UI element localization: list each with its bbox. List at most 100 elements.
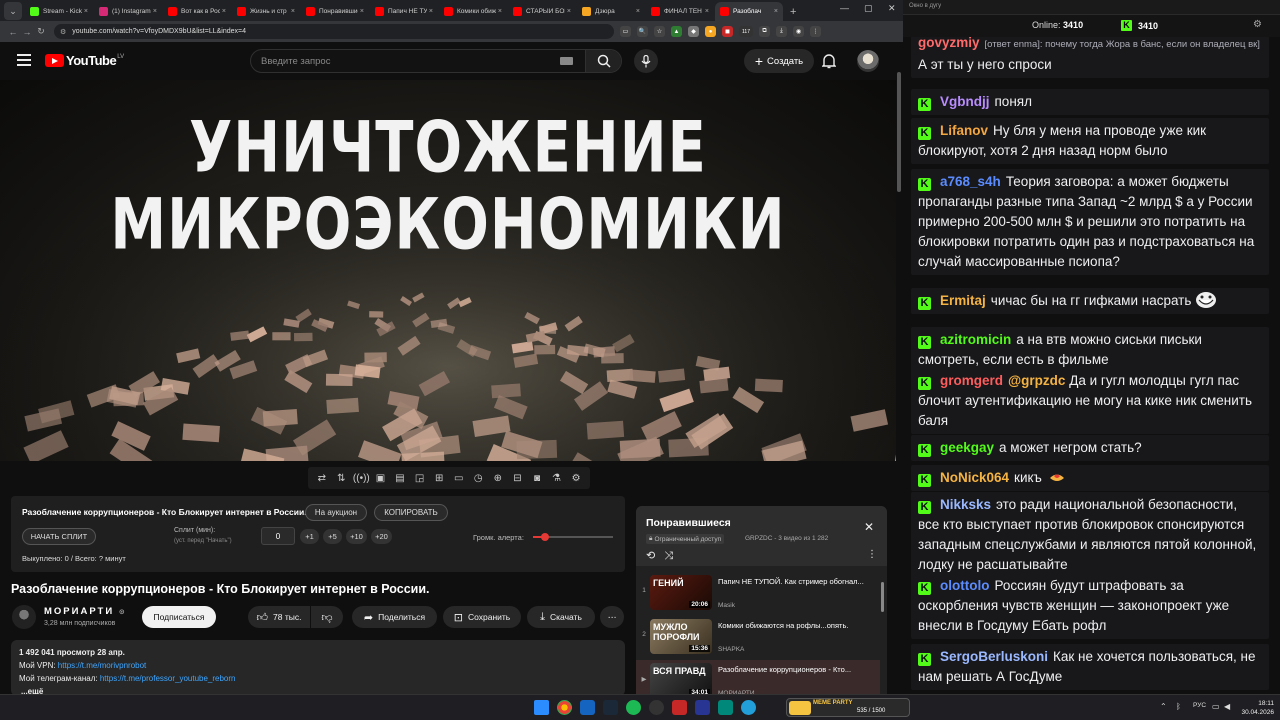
add-box-icon[interactable]: ⊕ (490, 473, 506, 484)
like-button[interactable]: 👍︎ 78 тыс. (248, 606, 310, 628)
spotify-icon[interactable] (626, 700, 641, 715)
sort-icon[interactable]: ⇅ (333, 473, 349, 484)
vpn-link[interactable]: https://t.me/morivpnrobot (58, 661, 146, 670)
close-tab-icon[interactable]: × (360, 8, 364, 15)
close-tab-icon[interactable]: × (774, 8, 778, 15)
description-box[interactable]: 1 492 041 просмотр 28 апр. Мой VPN: http… (11, 640, 625, 696)
browser-tab[interactable]: Жизнь и стр × (232, 2, 300, 21)
playlist-title[interactable]: Понравившиеся (646, 517, 731, 529)
telegram-icon[interactable] (741, 700, 756, 715)
forward-button[interactable]: → (20, 27, 34, 37)
youtube-logo[interactable]: YouTube LV (45, 53, 124, 68)
browser-tab[interactable]: Папич НЕ ТУП× (370, 2, 438, 21)
close-tab-icon[interactable]: × (291, 8, 295, 15)
site-info-icon[interactable]: ⚙ (60, 28, 66, 36)
browser-tab[interactable]: Дзюра × (577, 2, 645, 21)
close-tab-icon[interactable]: × (84, 8, 88, 15)
video-player[interactable]: УНИЧТОЖЕНИЕ МИКРОЭКОНОМИКИ (0, 80, 896, 461)
film-icon[interactable]: ▤ (392, 473, 408, 484)
start-windows-icon[interactable] (534, 700, 549, 715)
chat-username[interactable]: govyzmiy (918, 37, 980, 50)
close-tab-icon[interactable]: × (567, 8, 571, 15)
minimize-button[interactable]: — (840, 3, 849, 13)
screen-icon[interactable]: ▭ (451, 473, 467, 484)
voice-search-button[interactable] (634, 49, 658, 73)
loop-playlist-icon[interactable]: ⟲ (646, 550, 655, 562)
close-tab-icon[interactable]: × (705, 8, 709, 15)
close-tab-icon[interactable]: × (153, 8, 157, 15)
browser-tab[interactable]: Комики обижа × (439, 2, 507, 21)
browser-tab[interactable]: Понравившие × (301, 2, 369, 21)
obs-icon[interactable] (649, 700, 664, 715)
back-button[interactable]: ← (6, 27, 20, 37)
meme-party-widget[interactable]: MEME PARTY 535 / 1500 (786, 698, 910, 717)
chat-username[interactable]: gromgerd (940, 373, 1003, 388)
extensions-puzzle-icon[interactable]: ⧉ (759, 26, 770, 37)
extension-red-icon[interactable]: ◼ (722, 26, 733, 37)
browser-tab[interactable]: Вот как в Росс× (163, 2, 231, 21)
channel-name[interactable]: МОРИАРТИ ⊙ (44, 606, 127, 617)
frame-icon[interactable]: ⊞ (431, 473, 447, 484)
bookmark-star-icon[interactable]: ☆ (654, 26, 665, 37)
channel-avatar[interactable] (12, 605, 36, 629)
screenshot-icon[interactable]: ◙ (529, 473, 545, 484)
app-play-icon[interactable] (695, 700, 710, 715)
extension-cookie-icon[interactable]: ● (705, 26, 716, 37)
dislike-button[interactable]: 👎︎ (311, 606, 343, 628)
install-icon[interactable]: ▭ (620, 26, 631, 37)
playlist-item[interactable]: ▶ ВСЯ ПРАВД 34:01 Разоблачение коррупционер… (636, 660, 880, 694)
more-actions-button[interactable]: ⋯ (600, 606, 624, 628)
search-box[interactable]: Введите запрос (250, 49, 622, 73)
keyboard-icon[interactable] (560, 57, 573, 65)
shuffle-icon[interactable]: ⤨ (664, 550, 673, 562)
add-20-button[interactable]: +20 (371, 529, 392, 544)
zoom-icon[interactable]: 🔍 (637, 26, 648, 37)
split-icon[interactable]: ⊟ (509, 473, 525, 484)
speed-icon[interactable]: ◷ (470, 473, 486, 484)
chat-username[interactable]: Vgbndjj (940, 94, 990, 109)
browser-tab[interactable]: (1) Instagram × (94, 2, 162, 21)
save-button[interactable]: ⊡ Сохранить (443, 606, 521, 628)
playlist-item-thumbnail[interactable]: ГЕНИЙ 20:06 (650, 575, 712, 610)
chat-username[interactable]: Nikksks (940, 497, 991, 512)
url-field[interactable]: ⚙ youtube.com/watch?v=VfoyDMDX9bU&list=L… (54, 24, 614, 39)
playlist-item-title[interactable]: Разоблачение коррупционеров - Кто... (718, 664, 868, 675)
chat-mention[interactable]: @grpzdc (1008, 373, 1065, 388)
playlist-scrollbar[interactable] (880, 574, 885, 690)
share-button[interactable]: ➦ Поделиться (352, 606, 437, 628)
chat-username[interactable]: a768_s4h (940, 174, 1001, 189)
browser-tab[interactable]: СТАРЫЙ БОГ × (508, 2, 576, 21)
chat-username[interactable]: olottolo (940, 578, 989, 593)
playlist-item-thumbnail[interactable]: ВСЯ ПРАВД 34:01 (650, 663, 712, 694)
steam-icon[interactable] (603, 700, 618, 715)
close-window-button[interactable]: ✕ (888, 3, 896, 14)
taskview-icon[interactable] (580, 700, 595, 715)
audio-wave-icon[interactable]: ((•)) (353, 473, 370, 484)
chat-username[interactable]: SergoBerluskoni (940, 649, 1048, 664)
close-playlist-button[interactable]: ✕ (864, 520, 874, 534)
alert-volume-slider[interactable] (533, 533, 613, 541)
maximize-button[interactable]: ▢ (864, 3, 873, 14)
playlist-item[interactable]: 1 ГЕНИЙ 20:06 Папич НЕ ТУПОЙ. Как стример о… (636, 572, 880, 614)
chat-settings-icon[interactable]: ⚙ (1253, 19, 1262, 30)
chat-username[interactable]: Ermitaj (940, 293, 986, 308)
extension-green-icon[interactable]: ▲ (671, 26, 682, 37)
close-tab-icon[interactable]: × (498, 8, 502, 15)
page-scrollbar[interactable] (896, 42, 903, 694)
browser-tab[interactable]: ФИНАЛ ТЕН × (646, 2, 714, 21)
network-icon[interactable]: ▭ (1212, 702, 1220, 711)
chat-username[interactable]: geekgay (940, 440, 994, 455)
create-button[interactable]: + Создать (744, 49, 814, 73)
browser-tab[interactable]: Stream - Kick × (25, 2, 93, 21)
extension-badge[interactable]: 117 (739, 26, 753, 37)
playlist-item-thumbnail[interactable]: МУЖЛО ПОРОФЛИ 15:36 (650, 619, 712, 654)
search-input[interactable]: Введите запрос (251, 56, 560, 67)
chrome-icon[interactable] (557, 700, 572, 715)
chat-username[interactable]: azitromicin (940, 332, 1011, 347)
close-tab-icon[interactable]: × (222, 8, 226, 15)
search-button[interactable] (585, 50, 621, 72)
bluetooth-icon[interactable]: ᛒ (1176, 702, 1181, 711)
download-button[interactable]: ⤓ Скачать (527, 606, 595, 628)
subscribe-button[interactable]: Подписаться (142, 606, 216, 628)
browser-tab[interactable]: Разоблач × (715, 2, 783, 21)
